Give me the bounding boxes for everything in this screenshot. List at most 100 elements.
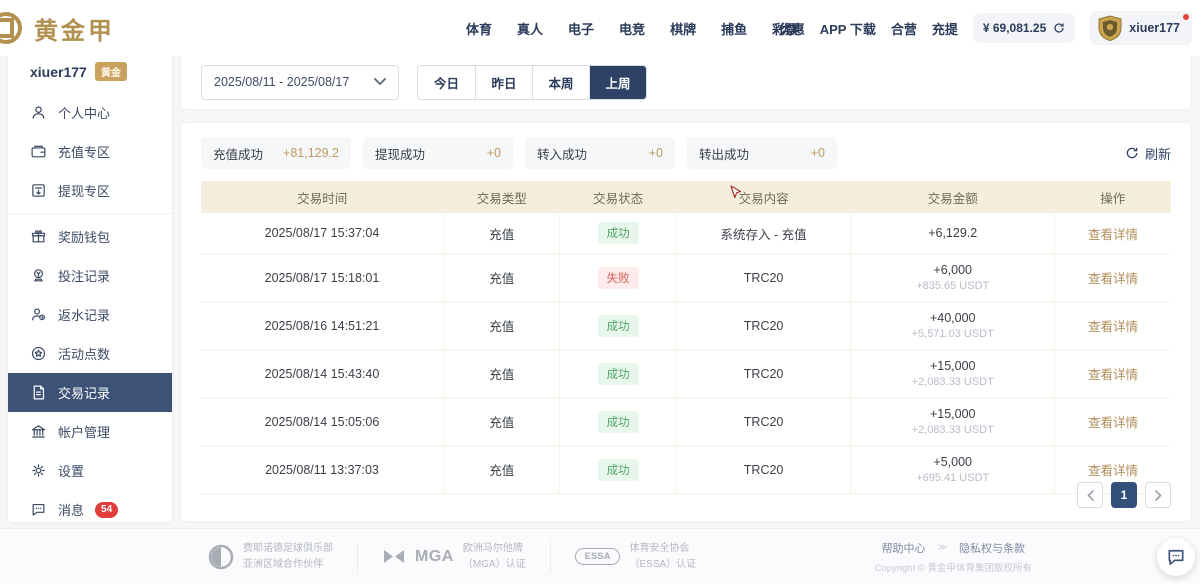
deposit-withdraw-link[interactable]: 充提 <box>932 19 958 38</box>
user-icon <box>30 104 47 121</box>
amount-sub: +5,571.03 USDT <box>855 328 1050 340</box>
view-details-link[interactable]: 查看详情 <box>1088 320 1138 334</box>
cell-action: 查看详情 <box>1055 350 1171 398</box>
table-row: 2025/08/11 13:37:03 充值 成功 TRC20 +5,000+6… <box>201 446 1171 494</box>
cell-content: TRC20 <box>676 446 851 494</box>
sidebar-item-label: 返水记录 <box>58 305 110 324</box>
brand-logo[interactable]: 黄金甲 <box>0 8 115 48</box>
stat-value: +0 <box>649 146 663 160</box>
essa-logo-text: ESSA <box>575 548 621 565</box>
date-range-picker[interactable]: 2025/08/11 - 2025/08/17 <box>201 65 399 100</box>
stat-label: 充值成功 <box>213 144 263 163</box>
amount-main: +15,000 <box>855 359 1050 373</box>
document-icon <box>30 384 47 401</box>
nav-item-esports[interactable]: 电竞 <box>619 19 645 38</box>
cell-time: 2025/08/11 13:37:03 <box>201 446 444 494</box>
affiliate-link[interactable]: 合营 <box>891 19 917 38</box>
messages-count-badge: 54 <box>95 502 118 518</box>
sidebar-item-bet-records[interactable]: 投注记录 <box>8 256 172 295</box>
cell-amount: +5,000+695.41 USDT <box>851 446 1055 494</box>
amount-main: +6,129.2 <box>855 226 1050 240</box>
cell-status: 成功 <box>560 302 676 350</box>
nav-item-live[interactable]: 真人 <box>517 19 543 38</box>
tab-last-week[interactable]: 上周 <box>589 66 646 99</box>
stat-transfer-in-success: 转入成功 +0 <box>525 137 675 169</box>
date-range-value: 2025/08/11 - 2025/08/17 <box>214 75 349 89</box>
sidebar-item-deposit[interactable]: 充值专区 <box>8 132 172 171</box>
cell-amount: +6,000+835.65 USDT <box>851 254 1055 302</box>
sidebar-item-settings[interactable]: 设置 <box>8 451 172 490</box>
cell-status: 失败 <box>560 254 676 302</box>
mouse-cursor-icon <box>730 185 741 199</box>
privacy-terms-link[interactable]: 隐私权与条款 <box>959 540 1025 556</box>
app-download-link[interactable]: APP 下载 <box>820 19 876 38</box>
mga-logo-icon <box>382 548 406 565</box>
live-chat-button[interactable] <box>1157 538 1195 576</box>
nav-item-sports[interactable]: 体育 <box>466 19 492 38</box>
col-amount: 交易金额 <box>851 181 1055 213</box>
status-badge: 成功 <box>598 411 639 433</box>
table-row: 2025/08/14 15:43:40 充值 成功 TRC20 +15,000+… <box>201 350 1171 398</box>
refresh-balance-icon[interactable] <box>1053 22 1065 34</box>
sidebar-item-rebate-records[interactable]: 返水记录 <box>8 295 172 334</box>
cell-content: TRC20 <box>676 302 851 350</box>
tab-today[interactable]: 今日 <box>418 66 475 99</box>
cell-amount: +15,000 +2,083.33 USDT <box>851 350 1055 398</box>
cell-action: 查看详情 <box>1055 213 1171 254</box>
cell-time: 2025/08/16 14:51:21 <box>201 302 444 350</box>
view-details-link[interactable]: 查看详情 <box>1088 464 1138 478</box>
balance-amount: ¥ 69,081.25 <box>983 21 1046 35</box>
view-details-link[interactable]: 查看详情 <box>1088 416 1138 430</box>
col-status: 交易状态 <box>560 181 676 213</box>
help-center-link[interactable]: 帮助中心 <box>882 540 926 556</box>
sidebar-item-label: 设置 <box>58 461 84 480</box>
gear-icon <box>30 462 47 479</box>
nav-item-slots[interactable]: 电子 <box>568 19 594 38</box>
chat-bubble-icon <box>1166 547 1186 567</box>
nav-item-fishing[interactable]: 捕鱼 <box>721 19 747 38</box>
gift-icon <box>30 228 47 245</box>
sidebar-divider <box>8 213 172 214</box>
tab-yesterday[interactable]: 昨日 <box>475 66 532 99</box>
sidebar-item-label: 个人中心 <box>58 103 110 122</box>
nav-item-cards[interactable]: 棋牌 <box>670 19 696 38</box>
avatar-shield-icon <box>1098 15 1122 41</box>
promo-link[interactable]: 优惠 <box>779 19 805 38</box>
refresh-button[interactable]: 刷新 <box>1125 144 1171 163</box>
sidebar-item-account-management[interactable]: 帐户管理 <box>8 412 172 451</box>
view-details-link[interactable]: 查看详情 <box>1088 368 1138 382</box>
sidebar-item-messages[interactable]: 消息 54 <box>8 490 172 529</box>
view-details-link[interactable]: 查看详情 <box>1088 228 1138 242</box>
cell-content: TRC20 <box>676 254 851 302</box>
sidebar-item-activity-points[interactable]: 活动点数 <box>8 334 172 373</box>
view-details-link[interactable]: 查看详情 <box>1088 272 1138 286</box>
user-menu[interactable]: xiuer177 <box>1090 11 1192 45</box>
amount-sub: +2,083.33 USDT <box>855 424 1050 436</box>
sidebar-item-personal-center[interactable]: 个人中心 <box>8 93 172 132</box>
sidebar-item-transaction-records[interactable]: 交易记录 <box>8 373 172 412</box>
prev-page-button[interactable] <box>1077 482 1103 508</box>
sidebar-item-label: 消息 <box>58 500 84 519</box>
sidebar-item-withdraw[interactable]: 提现专区 <box>8 171 172 210</box>
brand-logo-icon <box>0 8 32 48</box>
pagination: 1 <box>1077 482 1171 508</box>
cell-amount: +15,000 +2,083.33 USDT <box>851 398 1055 446</box>
cell-action: 查看详情 <box>1055 254 1171 302</box>
col-time: 交易时间 <box>201 181 444 213</box>
page-number-button[interactable]: 1 <box>1111 482 1137 508</box>
stat-value: +0 <box>487 146 501 160</box>
football-club-logo-icon <box>208 544 234 570</box>
refresh-icon <box>1125 146 1139 160</box>
cell-type: 充值 <box>444 302 560 350</box>
amount-main: +15,000 <box>855 407 1050 421</box>
stat-deposit-success: 充值成功 +81,129.2 <box>201 137 351 169</box>
stat-value: +81,129.2 <box>283 146 339 160</box>
amount-sub: +2,083.33 USDT <box>855 376 1050 388</box>
tab-this-week[interactable]: 本周 <box>532 66 589 99</box>
cell-action: 查看详情 <box>1055 398 1171 446</box>
sidebar-item-reward-wallet[interactable]: 奖励钱包 <box>8 217 172 256</box>
next-page-button[interactable] <box>1145 482 1171 508</box>
sidebar-item-label: 交易记录 <box>58 383 110 402</box>
bank-icon <box>30 423 47 440</box>
wallet-balance[interactable]: ¥ 69,081.25 <box>973 13 1075 43</box>
